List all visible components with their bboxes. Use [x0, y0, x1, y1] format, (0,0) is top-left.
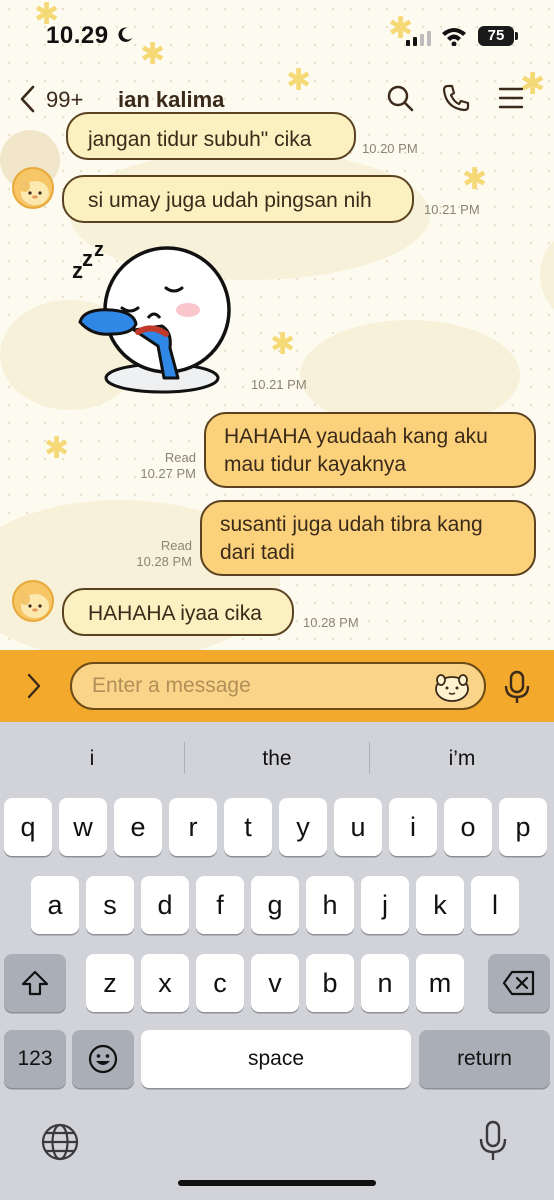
message-text-line: susanti juga udah tibra kang: [220, 513, 483, 536]
message-receipt: Read 10.27 PM: [136, 450, 196, 482]
message-input[interactable]: [92, 664, 432, 708]
incoming-message-bubble[interactable]: HAHAHA iyaa cika: [62, 588, 294, 636]
phone-call-icon[interactable]: [441, 83, 471, 113]
outgoing-message-bubble[interactable]: susanti juga udah tibra kang dari tadi: [200, 500, 536, 576]
avatar[interactable]: [12, 167, 54, 209]
incoming-message-bubble[interactable]: jangan tidur subuh" cika: [66, 112, 356, 160]
key-z[interactable]: z: [86, 954, 134, 1012]
avatar[interactable]: [12, 580, 54, 622]
key-d[interactable]: d: [141, 876, 189, 934]
message-timestamp: 10.21 PM: [424, 202, 480, 217]
sticker-z-mark: z: [94, 239, 104, 261]
key-s[interactable]: s: [86, 876, 134, 934]
unread-count[interactable]: 99+: [46, 87, 83, 113]
message-text-line: dari tadi: [220, 541, 295, 564]
key-w[interactable]: w: [59, 798, 107, 856]
chat-title[interactable]: ian kalima: [118, 87, 224, 113]
message-text: jangan tidur subuh" cika: [88, 128, 312, 151]
message-timestamp: 10.20 PM: [362, 141, 418, 156]
message-text: HAHAHA iyaa cika: [88, 602, 262, 625]
incoming-message-bubble[interactable]: si umay juga udah pingsan nih: [62, 175, 414, 223]
key-k[interactable]: k: [416, 876, 464, 934]
message-timestamp: 10.28 PM: [303, 615, 359, 630]
key-x[interactable]: x: [141, 954, 189, 1012]
message-receipt: Read 10.28 PM: [132, 538, 192, 570]
key-v[interactable]: v: [251, 954, 299, 1012]
background-character-shape: [540, 230, 554, 320]
key-o[interactable]: o: [444, 798, 492, 856]
star-decoration-icon: ✱: [44, 432, 70, 465]
key-f[interactable]: f: [196, 876, 244, 934]
shift-key[interactable]: [4, 954, 66, 1012]
key-m[interactable]: m: [416, 954, 464, 1012]
message-text-line: HAHAHA yaudaah kang aku: [224, 425, 488, 448]
back-chevron-icon[interactable]: [18, 84, 38, 114]
menu-icon[interactable]: [497, 83, 525, 113]
suggestion-item[interactable]: the: [185, 722, 369, 796]
read-status: Read: [160, 538, 192, 553]
moon-icon: [118, 27, 133, 42]
return-key[interactable]: return: [419, 1030, 550, 1088]
key-y[interactable]: y: [279, 798, 327, 856]
message-input-field[interactable]: [70, 662, 486, 710]
suggestion-item[interactable]: i: [0, 722, 184, 796]
message-text: si umay juga udah pingsan nih: [88, 189, 372, 212]
key-a[interactable]: a: [31, 876, 79, 934]
delete-key[interactable]: [488, 954, 550, 1012]
backspace-icon: [502, 970, 535, 996]
suggestion-item[interactable]: i’m: [370, 722, 554, 796]
numbers-key[interactable]: 123: [4, 1030, 66, 1088]
emoji-face-icon: [88, 1044, 118, 1074]
key-b[interactable]: b: [306, 954, 354, 1012]
sticker-picker-icon[interactable]: [432, 668, 472, 704]
wifi-icon: [442, 28, 466, 46]
battery-tip: [515, 32, 518, 40]
key-h[interactable]: h: [306, 876, 354, 934]
search-icon[interactable]: [385, 83, 415, 113]
voice-message-mic-icon[interactable]: [503, 670, 531, 706]
message-text-line: mau tidur kayaknya: [224, 453, 407, 476]
message-timestamp: 10.27 PM: [140, 466, 196, 481]
key-i[interactable]: i: [389, 798, 437, 856]
message-input-bar: [0, 650, 554, 722]
key-n[interactable]: n: [361, 954, 409, 1012]
sticker-z-mark: z: [82, 246, 93, 271]
key-p[interactable]: p: [499, 798, 547, 856]
expand-chevron-icon[interactable]: [24, 672, 44, 700]
key-u[interactable]: u: [334, 798, 382, 856]
outgoing-message-bubble[interactable]: HAHAHA yaudaah kang aku mau tidur kayakn…: [204, 412, 536, 488]
emoji-key[interactable]: [72, 1030, 134, 1088]
cellular-signal-icon: [406, 30, 431, 46]
star-decoration-icon: ✱: [462, 163, 488, 196]
battery-level: 75: [478, 26, 514, 46]
key-t[interactable]: t: [224, 798, 272, 856]
key-q[interactable]: q: [4, 798, 52, 856]
key-j[interactable]: j: [361, 876, 409, 934]
sleeping-face-sticker[interactable]: z z z: [62, 238, 242, 398]
home-indicator: [178, 1180, 376, 1186]
keyboard: i the i’m q w e r t y u i o p a s d f g …: [0, 722, 554, 1200]
key-g[interactable]: g: [251, 876, 299, 934]
key-c[interactable]: c: [196, 954, 244, 1012]
globe-icon[interactable]: [40, 1122, 80, 1162]
key-r[interactable]: r: [169, 798, 217, 856]
message-timestamp: 10.21 PM: [251, 377, 307, 392]
shift-arrow-icon: [21, 970, 49, 996]
star-decoration-icon: ✱: [270, 328, 296, 361]
message-timestamp: 10.28 PM: [136, 554, 192, 569]
read-status: Read: [164, 450, 196, 465]
status-time: 10.29: [46, 22, 109, 49]
space-key[interactable]: space: [141, 1030, 411, 1088]
key-e[interactable]: e: [114, 798, 162, 856]
status-bar: 10.29 75: [0, 0, 554, 70]
key-l[interactable]: l: [471, 876, 519, 934]
dictation-mic-icon[interactable]: [478, 1120, 508, 1164]
